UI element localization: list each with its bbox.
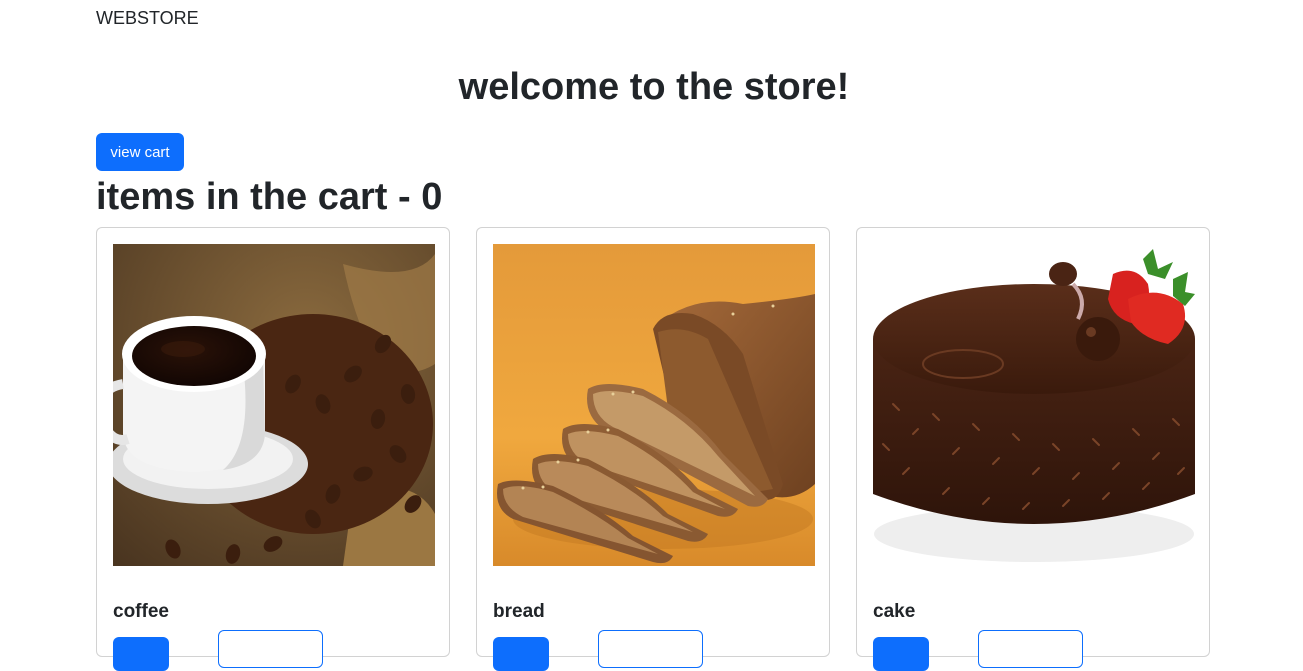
product-details-button[interactable] [218, 630, 323, 668]
add-to-cart-button[interactable] [113, 637, 169, 671]
add-to-cart-button[interactable] [873, 637, 929, 671]
product-card-coffee: coffee [96, 227, 450, 671]
add-to-cart-button[interactable] [493, 637, 549, 671]
cart-count-heading: items in the cart - 0 [96, 176, 443, 218]
product-name: cake [873, 601, 916, 622]
product-name: bread [493, 601, 545, 622]
navbar-brand[interactable]: WEBSTORE [96, 7, 199, 29]
product-image-cake [873, 244, 1195, 566]
product-card-cake: cake [856, 227, 1210, 671]
product-details-button[interactable] [978, 630, 1083, 668]
product-image-coffee [113, 244, 435, 566]
view-cart-button[interactable]: view cart [96, 133, 184, 171]
product-card-bread: bread [476, 227, 830, 671]
product-details-button[interactable] [598, 630, 703, 668]
product-image-bread [493, 244, 815, 566]
page-title: welcome to the store! [458, 66, 850, 108]
product-name: coffee [113, 601, 169, 622]
